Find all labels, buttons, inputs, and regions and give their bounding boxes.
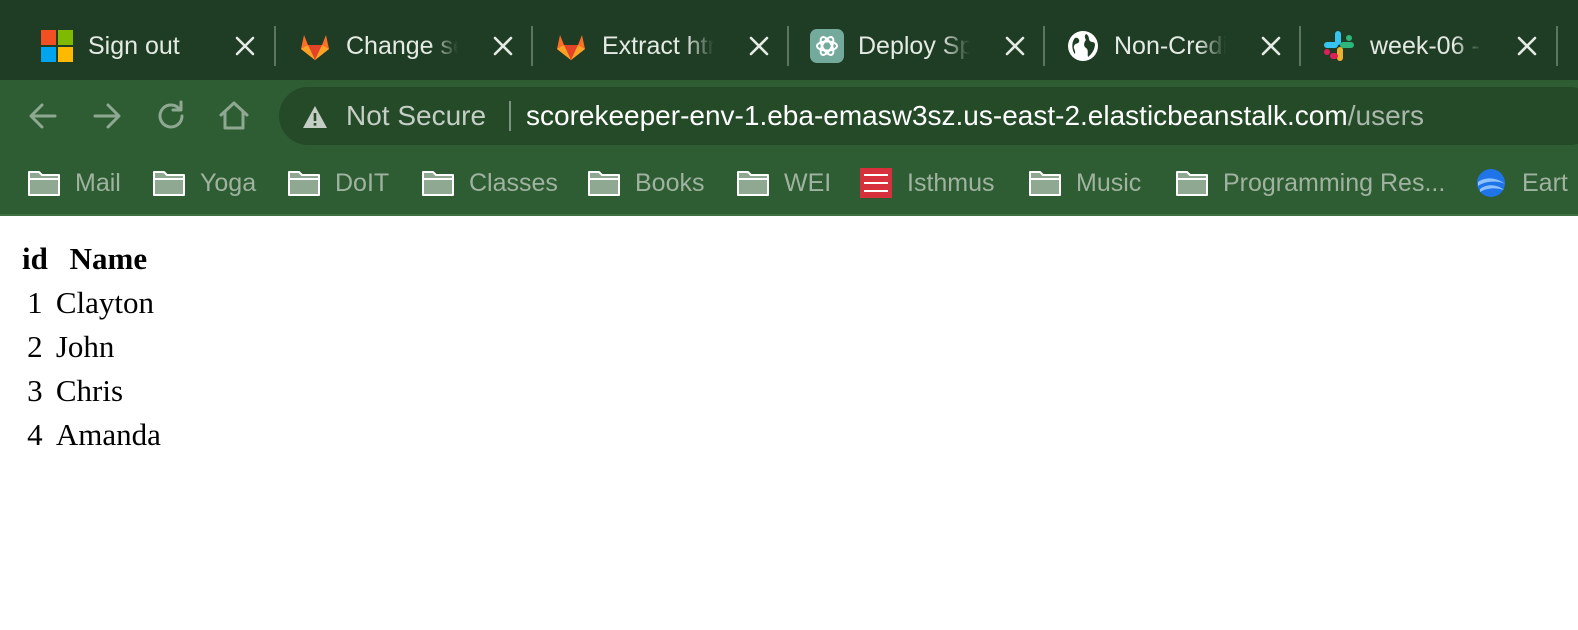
bookmark-yoga[interactable]: Yoga xyxy=(152,166,256,200)
folder-icon xyxy=(1029,171,1061,196)
bookmark-label: Classes xyxy=(469,169,558,197)
security-status-label[interactable]: Not Secure xyxy=(346,100,486,132)
user-id-cell: 1 xyxy=(27,285,43,320)
user-name-cell: Amanda xyxy=(55,417,161,452)
browser-toolbar: Not Secure scorekeeper-env-1.eba-emasw3s… xyxy=(0,80,1578,152)
bookmark-music[interactable]: Music xyxy=(1028,166,1141,200)
reload-icon[interactable] xyxy=(151,96,191,136)
tab-title: Deploy Spri xyxy=(858,32,970,60)
tab-separator xyxy=(1556,26,1558,66)
bookmark-classes[interactable]: Classes xyxy=(421,166,558,200)
close-icon[interactable] xyxy=(492,35,514,57)
microsoft-icon xyxy=(41,30,73,62)
table-header-row: id Name xyxy=(22,240,161,278)
page-content: id Name 1 Clayton 2 John 3 Chris 4 Amand… xyxy=(0,218,1578,630)
address-divider xyxy=(509,101,511,131)
bookmark-label: Yoga xyxy=(200,169,257,197)
slack-icon xyxy=(1324,31,1354,61)
gitlab-icon xyxy=(301,35,329,60)
bookmark-label: Books xyxy=(635,169,705,197)
tab-title: Change sea xyxy=(346,32,458,60)
bookmark-books[interactable]: Books xyxy=(587,166,704,200)
back-arrow-icon[interactable] xyxy=(23,96,63,136)
close-icon[interactable] xyxy=(1260,35,1282,57)
tab-week-06[interactable]: week-06 - r xyxy=(1298,23,1554,69)
url-text[interactable]: scorekeeper-env-1.eba-emasw3sz.us-east-2… xyxy=(526,100,1424,132)
bookmark-label: Eart xyxy=(1522,169,1568,197)
bookmark-doit[interactable]: DoIT xyxy=(287,166,389,200)
bookmark-isthmus[interactable]: Isthmus xyxy=(859,166,995,200)
column-header-name: Name xyxy=(69,241,148,276)
bookmark-google-earth[interactable]: Eart xyxy=(1474,166,1568,200)
folder-icon xyxy=(737,171,769,196)
table-row: 2 John xyxy=(22,328,161,366)
gitlab-icon xyxy=(557,35,585,60)
chatgpt-icon xyxy=(810,29,844,63)
home-icon[interactable] xyxy=(214,96,254,136)
tab-deploy-spring[interactable]: Deploy Spri xyxy=(786,23,1042,69)
folder-icon xyxy=(28,171,60,196)
bookmark-label: WEI xyxy=(784,169,832,197)
tab-non-credit[interactable]: Non-Credit xyxy=(1042,23,1298,69)
tab-title: week-06 - r xyxy=(1370,32,1482,60)
folder-icon xyxy=(288,171,320,196)
folder-icon xyxy=(422,171,454,196)
user-name-cell: Clayton xyxy=(55,285,155,320)
tab-title: Non-Credit xyxy=(1114,32,1226,60)
isthmus-logo-icon xyxy=(860,168,892,198)
users-table: id Name 1 Clayton 2 John 3 Chris 4 Amand… xyxy=(14,234,169,460)
bookmarks-bar: Mail Yoga DoIT Classes Books WEI Isthmus… xyxy=(0,152,1578,216)
close-icon[interactable] xyxy=(748,35,770,57)
table-row: 4 Amanda xyxy=(22,416,161,454)
tab-extract-html[interactable]: Extract htm xyxy=(530,23,786,69)
folder-icon xyxy=(153,171,185,196)
bookmark-mail[interactable]: Mail xyxy=(27,166,121,200)
user-id-cell: 3 xyxy=(27,373,43,408)
address-bar[interactable]: Not Secure scorekeeper-env-1.eba-emasw3s… xyxy=(279,87,1578,145)
user-id-cell: 2 xyxy=(27,329,43,364)
folder-icon xyxy=(1176,171,1208,196)
column-header-id: id xyxy=(22,241,48,276)
tab-title: Sign out xyxy=(88,32,180,60)
bookmark-label: DoIT xyxy=(335,169,390,197)
bookmark-programming-resources[interactable]: Programming Res... xyxy=(1175,166,1445,200)
tab-title: Extract htm xyxy=(602,32,714,60)
bookmark-label: Programming Res... xyxy=(1223,169,1446,197)
tab-change-search[interactable]: Change sea xyxy=(274,23,530,69)
bookmark-label: Mail xyxy=(75,169,121,197)
close-icon[interactable] xyxy=(1516,35,1538,57)
tab-strip: Sign out Change sea Extract htm xyxy=(0,0,1578,80)
forward-arrow-icon[interactable] xyxy=(87,96,127,136)
user-id-cell: 4 xyxy=(27,417,43,452)
google-earth-icon xyxy=(1477,169,1505,197)
table-row: 3 Chris xyxy=(22,372,161,410)
bookmark-label: Isthmus xyxy=(907,169,995,197)
globe-icon xyxy=(1068,31,1098,61)
url-path: /users xyxy=(1347,100,1424,131)
url-host: scorekeeper-env-1.eba-emasw3sz.us-east-2… xyxy=(526,100,1348,131)
bookmark-wei[interactable]: WEI xyxy=(736,166,831,200)
close-icon[interactable] xyxy=(1004,35,1026,57)
folder-icon xyxy=(588,171,620,196)
close-icon[interactable] xyxy=(234,35,256,57)
table-row: 1 Clayton xyxy=(22,284,161,322)
bookmark-label: Music xyxy=(1076,169,1142,197)
warning-icon[interactable] xyxy=(301,104,329,130)
tab-sign-out[interactable]: Sign out xyxy=(16,23,272,69)
user-name-cell: John xyxy=(55,329,115,364)
user-name-cell: Chris xyxy=(55,373,124,408)
